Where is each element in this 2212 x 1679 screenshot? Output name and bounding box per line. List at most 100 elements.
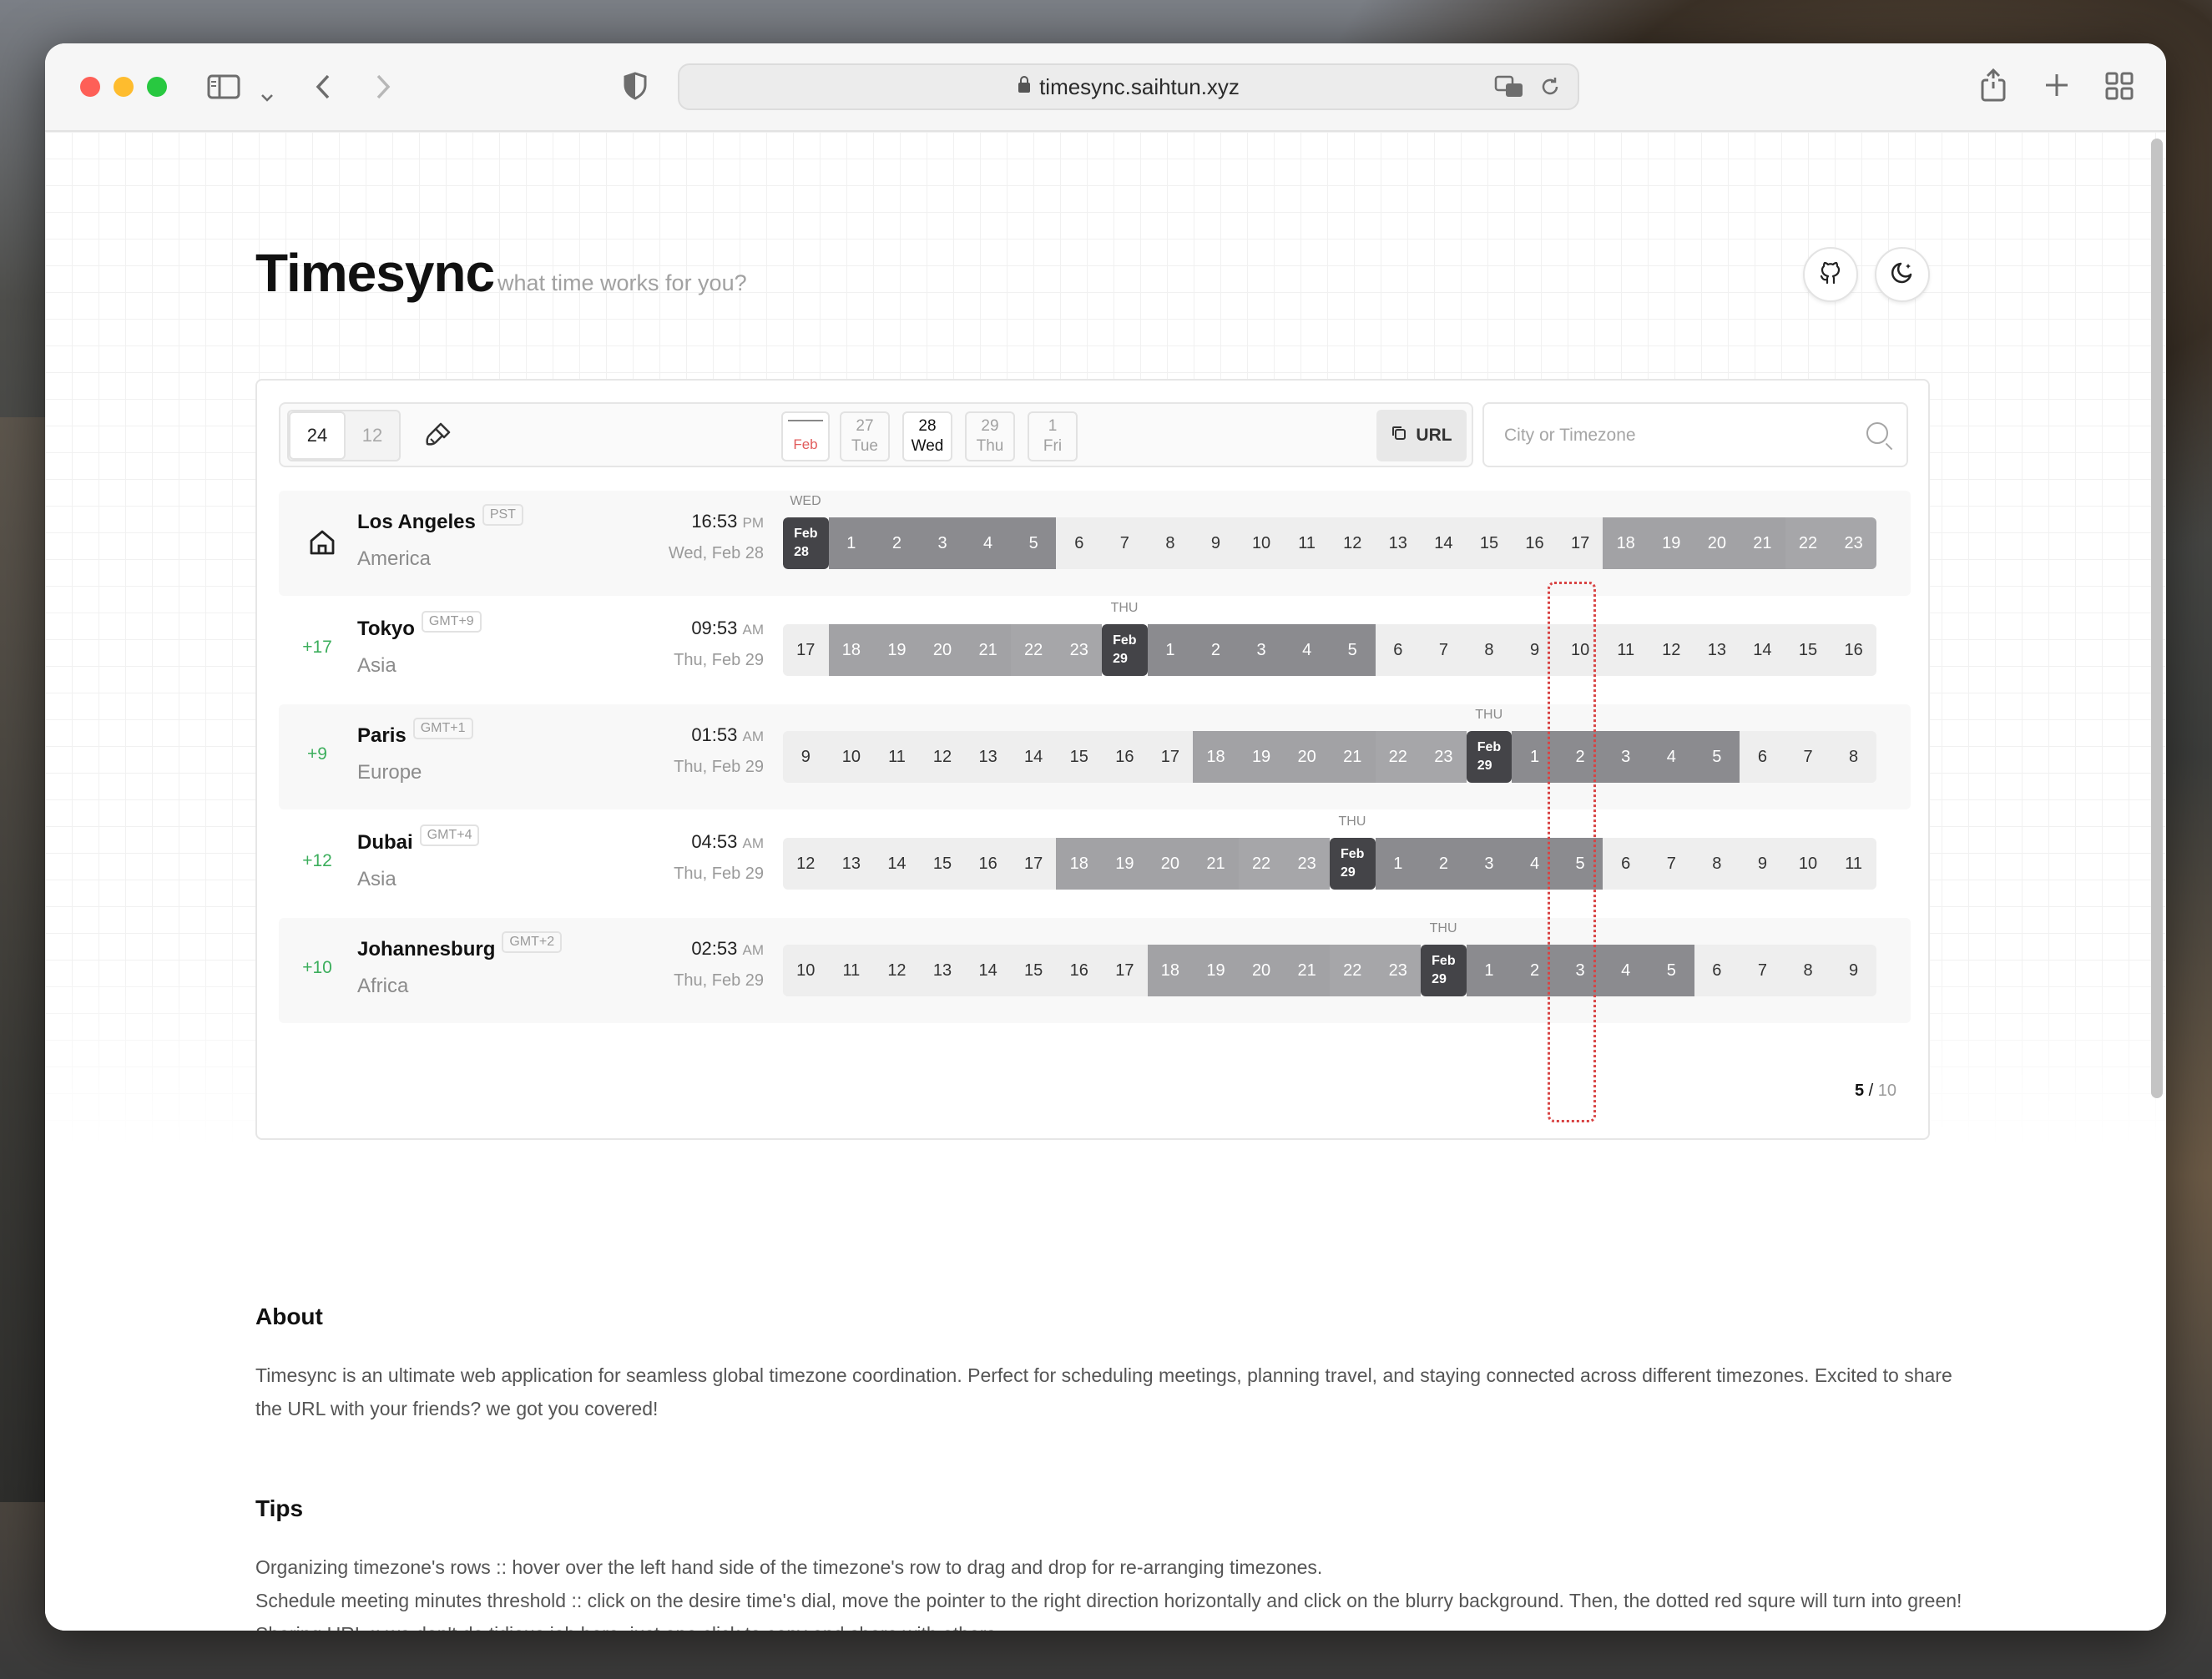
hour-cell[interactable]: 14 <box>1421 517 1467 569</box>
hour-cell[interactable]: 4 <box>1648 731 1694 783</box>
hour-cell[interactable]: 14 <box>1010 731 1057 783</box>
hour-cell[interactable]: 18 <box>1147 945 1194 996</box>
hour-cell[interactable]: 3 <box>1557 945 1603 996</box>
hour-cell[interactable]: 15 <box>1010 945 1057 996</box>
hour-cell[interactable]: 7 <box>1102 517 1148 569</box>
privacy-shield-icon[interactable] <box>623 72 648 104</box>
hour-cell[interactable]: 22 <box>1010 624 1057 676</box>
hour-cell[interactable]: 2 <box>874 517 920 569</box>
close-window-button[interactable] <box>80 77 100 97</box>
hour-cell[interactable]: 21 <box>1284 945 1330 996</box>
hour-cell[interactable]: 5 <box>1010 517 1057 569</box>
hour-cell[interactable]: 12 <box>874 945 920 996</box>
hour-cell[interactable]: 21 <box>1193 838 1239 890</box>
hour-cell[interactable]: 16 <box>1102 731 1148 783</box>
translate-icon[interactable] <box>1494 75 1524 104</box>
hour-cell[interactable]: 14 <box>1740 624 1785 676</box>
hour-cell[interactable]: 11 <box>874 731 920 783</box>
hour-cell[interactable]: 18 <box>1056 838 1103 890</box>
day-button[interactable]: 28 Wed <box>902 411 952 461</box>
hour-cell[interactable]: 19 <box>1102 838 1148 890</box>
hour-cell[interactable]: 17 <box>1147 731 1194 783</box>
github-button[interactable] <box>1803 247 1858 302</box>
hour-cell[interactable]: 12 <box>783 838 829 890</box>
hour-cell[interactable]: 12 <box>1648 624 1694 676</box>
hour-cell[interactable]: 22 <box>1238 838 1285 890</box>
hour-cell[interactable]: 22 <box>1329 945 1376 996</box>
hour-cell[interactable]: 10 <box>1557 624 1603 676</box>
copy-url-button[interactable]: URL <box>1376 410 1467 461</box>
hour-cell[interactable]: 3 <box>1466 838 1513 890</box>
hour-cell[interactable]: 1 <box>1512 731 1558 783</box>
hour-cell[interactable]: 19 <box>874 624 920 676</box>
hour-cell[interactable]: 7 <box>1740 945 1785 996</box>
hour-cell[interactable]: 17 <box>1557 517 1603 569</box>
hour-cell[interactable]: 4 <box>1603 945 1649 996</box>
timezone-row[interactable]: +9 Paris GMT+1 Europe 01:53 AM Thu, Feb 29 THU… <box>279 704 1911 809</box>
hour-cell-midnight[interactable]: Feb 29 <box>1329 838 1376 890</box>
hour-cell[interactable]: 8 <box>1785 945 1831 996</box>
forward-arrow-icon[interactable] <box>374 73 392 104</box>
hour-cell[interactable]: 16 <box>965 838 1011 890</box>
hour-cell[interactable]: 8 <box>1147 517 1194 569</box>
timezone-row[interactable]: +10 Johannesburg GMT+2 Africa 02:53 AM Thu, F… <box>279 918 1911 1023</box>
hour-cell[interactable]: 9 <box>783 731 829 783</box>
timezone-row[interactable]: +12 Dubai GMT+4 Asia 04:53 AM Thu, Feb 29 THU 1… <box>279 811 1911 916</box>
hour-cell[interactable]: 6 <box>1694 945 1740 996</box>
page-scrollbar[interactable] <box>2151 139 2163 1098</box>
hour-cell[interactable]: 19 <box>1193 945 1239 996</box>
hour-cell[interactable]: 8 <box>1831 731 1876 783</box>
hour-cell[interactable]: 22 <box>1375 731 1422 783</box>
day-button[interactable]: 27 Tue <box>840 411 890 461</box>
hour-cell[interactable]: 23 <box>1421 731 1467 783</box>
hour-cell-midnight[interactable]: Feb 28 <box>783 517 829 569</box>
hour-cell[interactable]: 6 <box>1056 517 1103 569</box>
hour-cell[interactable]: 5 <box>1329 624 1376 676</box>
hour-cell[interactable]: 10 <box>1238 517 1285 569</box>
hour-cell[interactable]: 16 <box>1512 517 1558 569</box>
hour-cell[interactable]: 11 <box>1603 624 1649 676</box>
hour-cell[interactable]: 8 <box>1694 838 1740 890</box>
hour-cell[interactable]: 12 <box>919 731 966 783</box>
hour-cell[interactable]: 2 <box>1193 624 1239 676</box>
hour-cell[interactable]: 1 <box>1375 838 1422 890</box>
hour-cell[interactable]: 10 <box>828 731 875 783</box>
hour-cell[interactable]: 12 <box>1329 517 1376 569</box>
hour-cell[interactable]: 17 <box>1102 945 1148 996</box>
hour-cell[interactable]: 9 <box>1512 624 1558 676</box>
hour-cell[interactable]: 2 <box>1421 838 1467 890</box>
sidebar-toggle-icon[interactable] <box>207 73 240 104</box>
hour-cell[interactable]: 16 <box>1056 945 1103 996</box>
hour-cell[interactable]: 11 <box>1831 838 1876 890</box>
hour-cell[interactable]: 5 <box>1557 838 1603 890</box>
hour-cell[interactable]: 21 <box>965 624 1011 676</box>
city-search-input[interactable] <box>1504 419 1838 452</box>
hour-cell-midnight[interactable]: Feb 29 <box>1102 624 1148 676</box>
hour-cell[interactable]: 1 <box>828 517 875 569</box>
hour-cell[interactable]: 20 <box>1284 731 1330 783</box>
hour-cell[interactable]: 6 <box>1375 624 1422 676</box>
new-tab-icon[interactable] <box>2043 72 2070 103</box>
hour-cell[interactable]: 13 <box>1375 517 1422 569</box>
hour-cell[interactable]: 14 <box>965 945 1011 996</box>
hour-cell[interactable]: 20 <box>919 624 966 676</box>
hour-cell[interactable]: 1 <box>1147 624 1194 676</box>
hour-cell[interactable]: 23 <box>1831 517 1876 569</box>
format-12h-button[interactable]: 12 <box>346 411 399 460</box>
hour-cell[interactable]: 17 <box>783 624 829 676</box>
calendar-button[interactable]: Feb <box>781 411 830 461</box>
reload-icon[interactable] <box>1539 75 1561 104</box>
hour-cell[interactable]: 9 <box>1740 838 1785 890</box>
day-button[interactable]: 29 Thu <box>965 411 1015 461</box>
hour-cell[interactable]: 10 <box>783 945 829 996</box>
hour-cell[interactable]: 3 <box>919 517 966 569</box>
hour-cell[interactable]: 23 <box>1375 945 1422 996</box>
hour-cell-midnight[interactable]: Feb 29 <box>1466 731 1513 783</box>
hour-cell[interactable]: 15 <box>1056 731 1103 783</box>
hour-cell[interactable]: 17 <box>1010 838 1057 890</box>
hour-cell[interactable]: 19 <box>1648 517 1694 569</box>
hour-cell[interactable]: 21 <box>1740 517 1785 569</box>
hour-cell[interactable]: 6 <box>1603 838 1649 890</box>
address-bar[interactable]: timesync.saihtun.xyz <box>678 63 1579 110</box>
hour-cell[interactable]: 6 <box>1740 731 1785 783</box>
